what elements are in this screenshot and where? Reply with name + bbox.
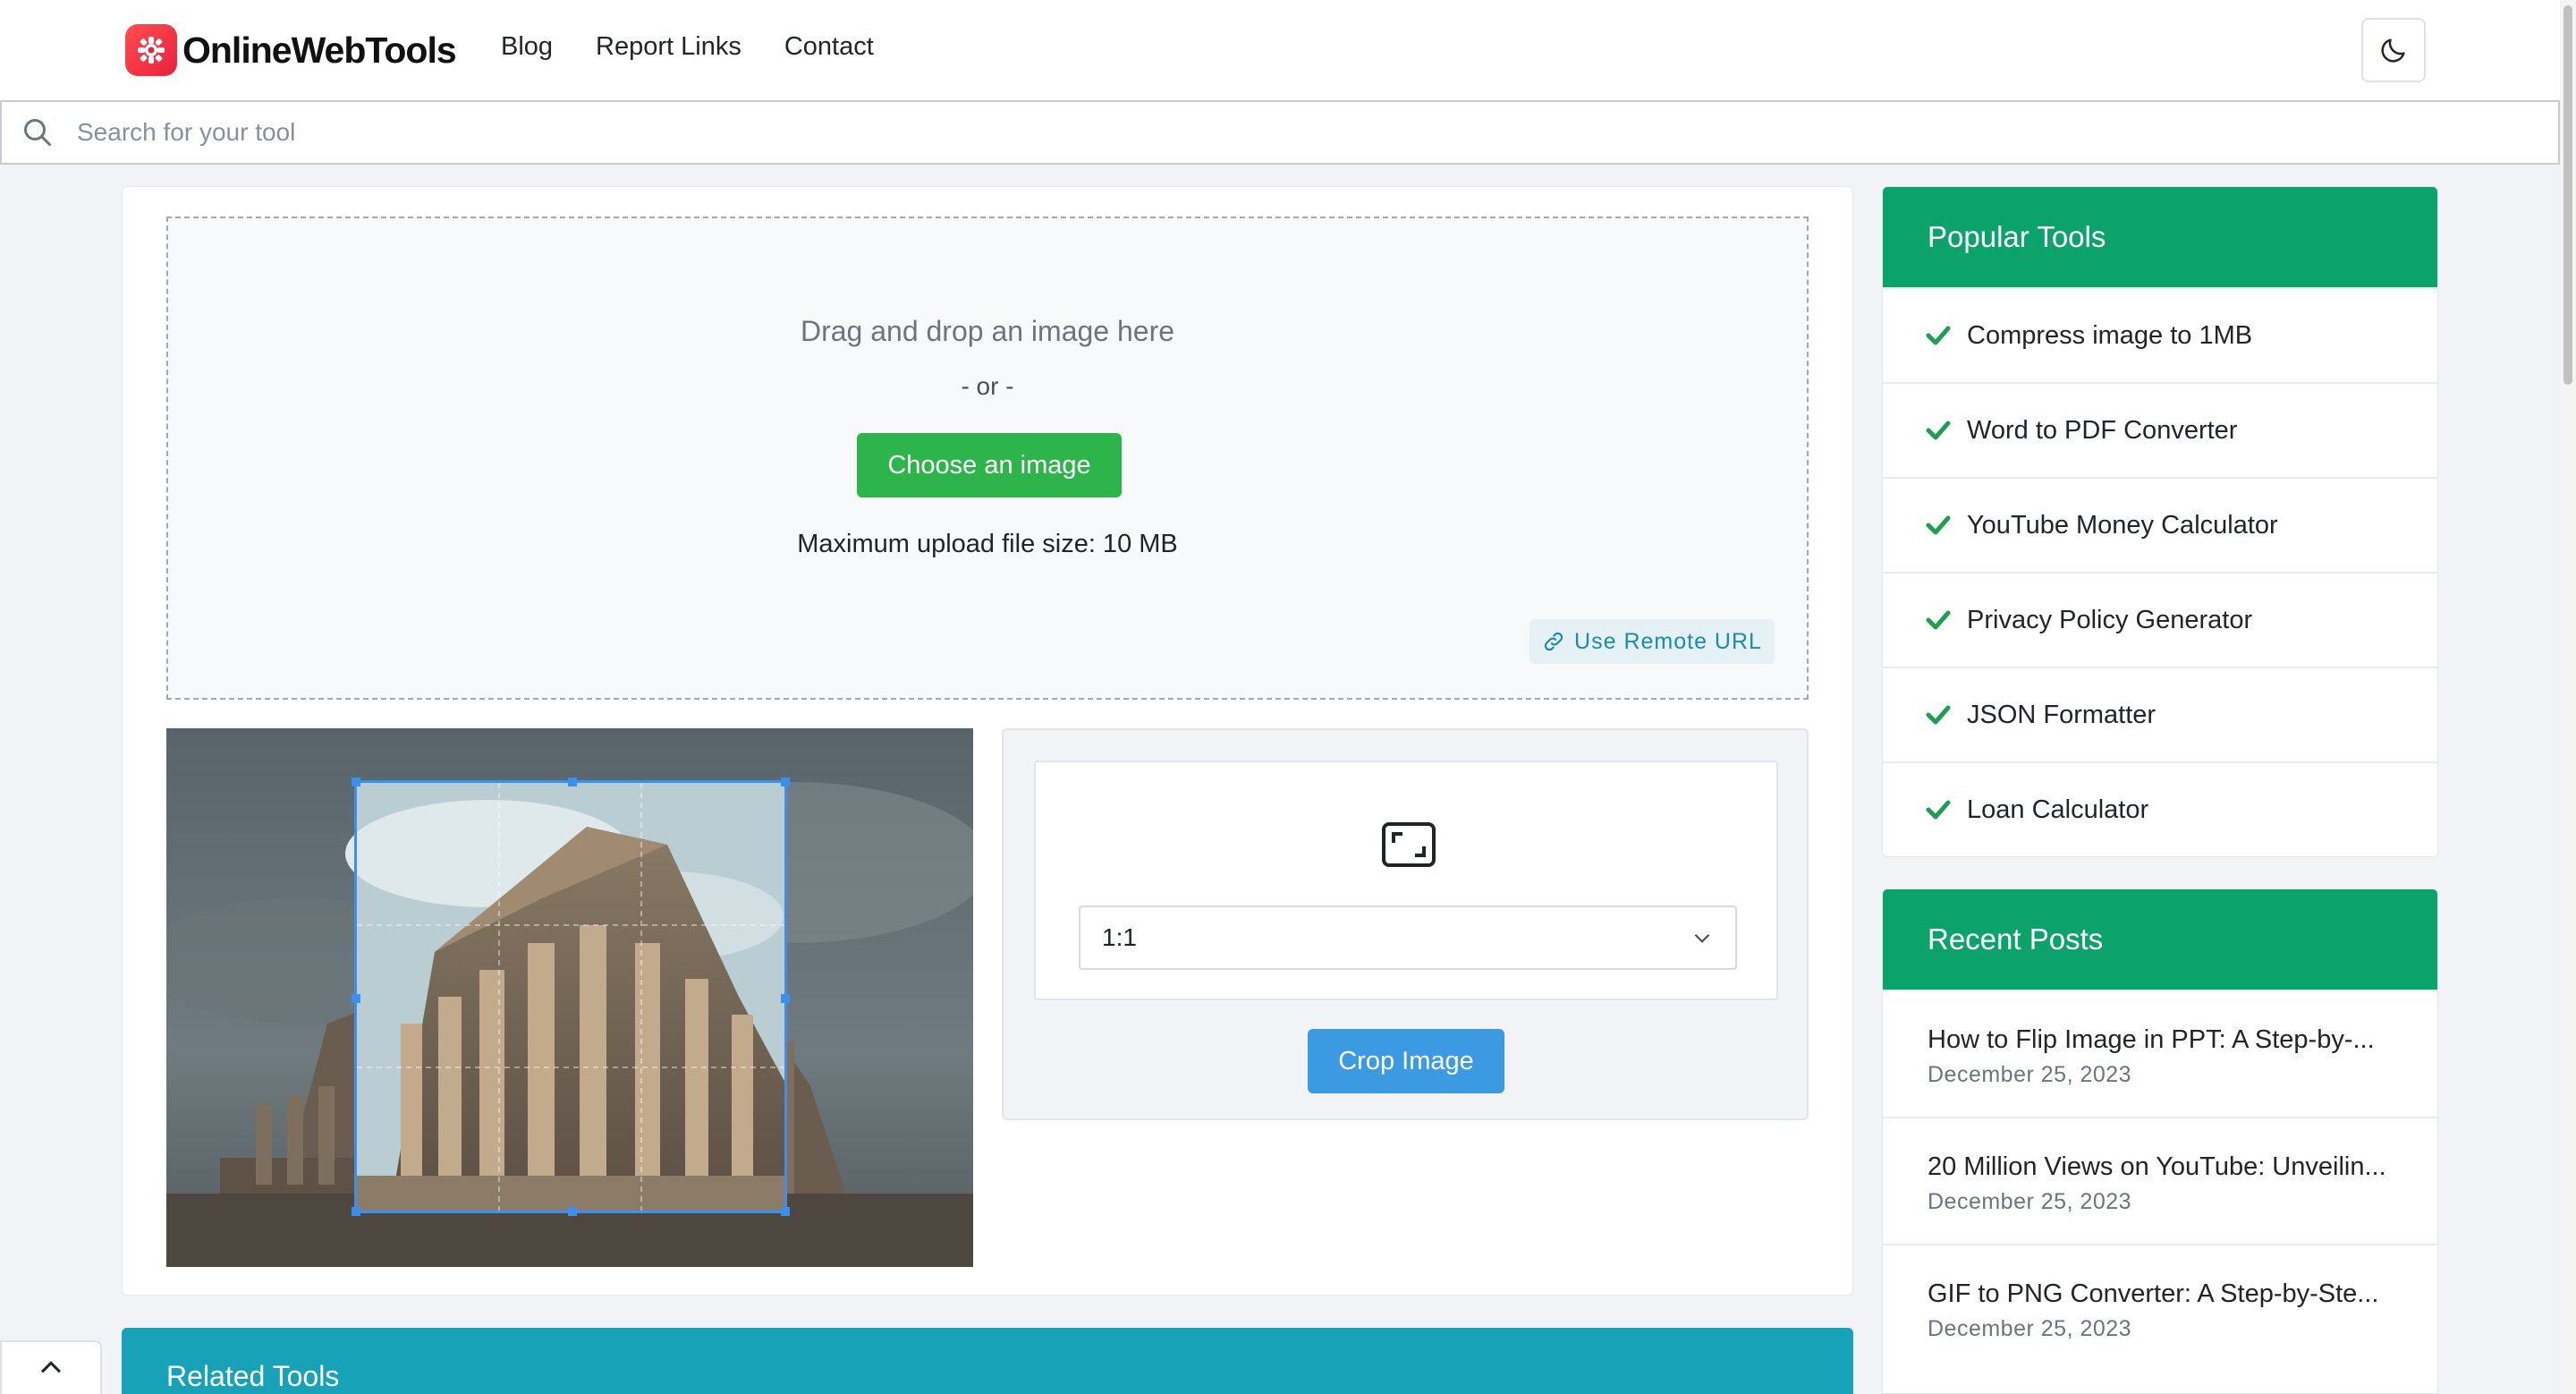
nav-contact-link[interactable]: Contact	[784, 32, 874, 62]
recent-post-title[interactable]: How to Flip Image in PPT: A Step-by-...	[1928, 1025, 2437, 1055]
max-upload-size-text: Maximum upload file size: 10 MB	[797, 530, 1178, 558]
use-remote-url-button[interactable]: Use Remote URL	[1530, 619, 1775, 664]
check-icon	[1926, 705, 1951, 725]
recent-post-date: December 25, 2023	[1928, 1189, 2132, 1214]
popular-tool-label: Privacy Policy Generator	[1967, 605, 2253, 634]
dark-mode-toggle[interactable]	[2361, 18, 2426, 82]
recent-posts-card: Recent Posts How to Flip Image in PPT: A…	[1882, 888, 2438, 1394]
aspect-ratio-card: 1:1	[1034, 761, 1778, 1000]
top-header: OnlineWebTools Blog Report Links Contact	[0, 0, 2560, 100]
popular-tool-label: YouTube Money Calculator	[1967, 510, 2278, 540]
page-scrollbar[interactable]	[2560, 0, 2576, 1394]
popular-tool-label: Compress image to 1MB	[1967, 320, 2253, 350]
popular-tools-card: Popular Tools Compress image to 1MB Word…	[1882, 186, 2438, 857]
popular-tool-label: JSON Formatter	[1967, 700, 2157, 729]
popular-tools-title: Popular Tools	[1883, 187, 2437, 287]
recent-post-item[interactable]: 20 Million Views on YouTube: Unveilin...…	[1883, 1117, 2437, 1244]
recent-posts-title: Recent Posts	[1883, 889, 2437, 990]
choose-image-button[interactable]: Choose an image	[857, 433, 1122, 497]
popular-tool-item[interactable]: Loan Calculator	[1883, 761, 2437, 856]
nav-blog-link[interactable]: Blog	[501, 32, 553, 62]
popular-tool-item[interactable]: JSON Formatter	[1883, 667, 2437, 761]
check-icon	[1926, 326, 1951, 345]
aspect-ratio-value: 1:1	[1102, 923, 1137, 951]
chevron-up-icon	[40, 1361, 62, 1373]
recent-post-date: December 25, 2023	[1928, 1062, 2132, 1087]
check-icon	[1926, 610, 1951, 630]
recent-post-item[interactable]: GIF to PNG Converter: A Step-by-Ste... D…	[1883, 1244, 2437, 1371]
chevron-down-icon	[1694, 933, 1710, 943]
site-name: OnlineWebTools	[182, 29, 457, 71]
scrollbar-thumb[interactable]	[2563, 5, 2572, 385]
aspect-ratio-icon	[1382, 822, 1436, 867]
recent-post-item[interactable]: How to Flip Image in PPT: A Step-by-... …	[1883, 990, 2437, 1117]
popular-tool-item[interactable]: YouTube Money Calculator	[1883, 477, 2437, 572]
main-nav: Blog Report Links Contact	[501, 32, 874, 62]
popular-tool-item[interactable]: Word to PDF Converter	[1883, 382, 2437, 477]
search-input[interactable]	[77, 118, 2492, 147]
related-tools-title: Related Tools	[166, 1360, 340, 1392]
link-icon	[1544, 632, 1563, 651]
recent-post-title[interactable]: 20 Million Views on YouTube: Unveilin...	[1928, 1152, 2437, 1182]
image-preview	[166, 728, 973, 1267]
popular-tool-item[interactable]: Privacy Policy Generator	[1883, 572, 2437, 667]
scroll-to-top-button[interactable]	[0, 1340, 102, 1394]
recent-post-title[interactable]: GIF to PNG Converter: A Step-by-Ste...	[1928, 1279, 2437, 1309]
image-dropzone[interactable]: Drag and drop an image here - or - Choos…	[166, 217, 1809, 700]
related-tools-header: Related Tools	[122, 1328, 1853, 1394]
moon-icon	[2381, 38, 2405, 63]
dropzone-or-text: - or -	[961, 372, 1014, 400]
check-icon	[1926, 421, 1951, 440]
check-icon	[1926, 515, 1951, 535]
search-icon	[24, 119, 51, 146]
nav-report-links-link[interactable]: Report Links	[596, 32, 741, 62]
crop-image-button[interactable]: Crop Image	[1308, 1029, 1504, 1093]
site-logo[interactable]: OnlineWebTools	[125, 23, 457, 77]
aspect-ratio-select[interactable]: 1:1	[1079, 905, 1737, 970]
crop-guide-lines	[357, 783, 784, 1211]
search-bar	[0, 100, 2560, 165]
dropzone-title: Drag and drop an image here	[800, 315, 1175, 347]
popular-tool-label: Loan Calculator	[1967, 795, 2149, 824]
check-icon	[1926, 800, 1951, 820]
use-remote-url-label: Use Remote URL	[1574, 628, 1762, 654]
logo-icon	[125, 24, 177, 76]
recent-post-date: December 25, 2023	[1928, 1316, 2132, 1341]
crop-selection-box[interactable]	[352, 778, 790, 1216]
crop-settings-panel: 1:1 Crop Image	[1002, 728, 1809, 1120]
popular-tool-label: Word to PDF Converter	[1967, 415, 2238, 445]
popular-tool-item[interactable]: Compress image to 1MB	[1883, 287, 2437, 382]
